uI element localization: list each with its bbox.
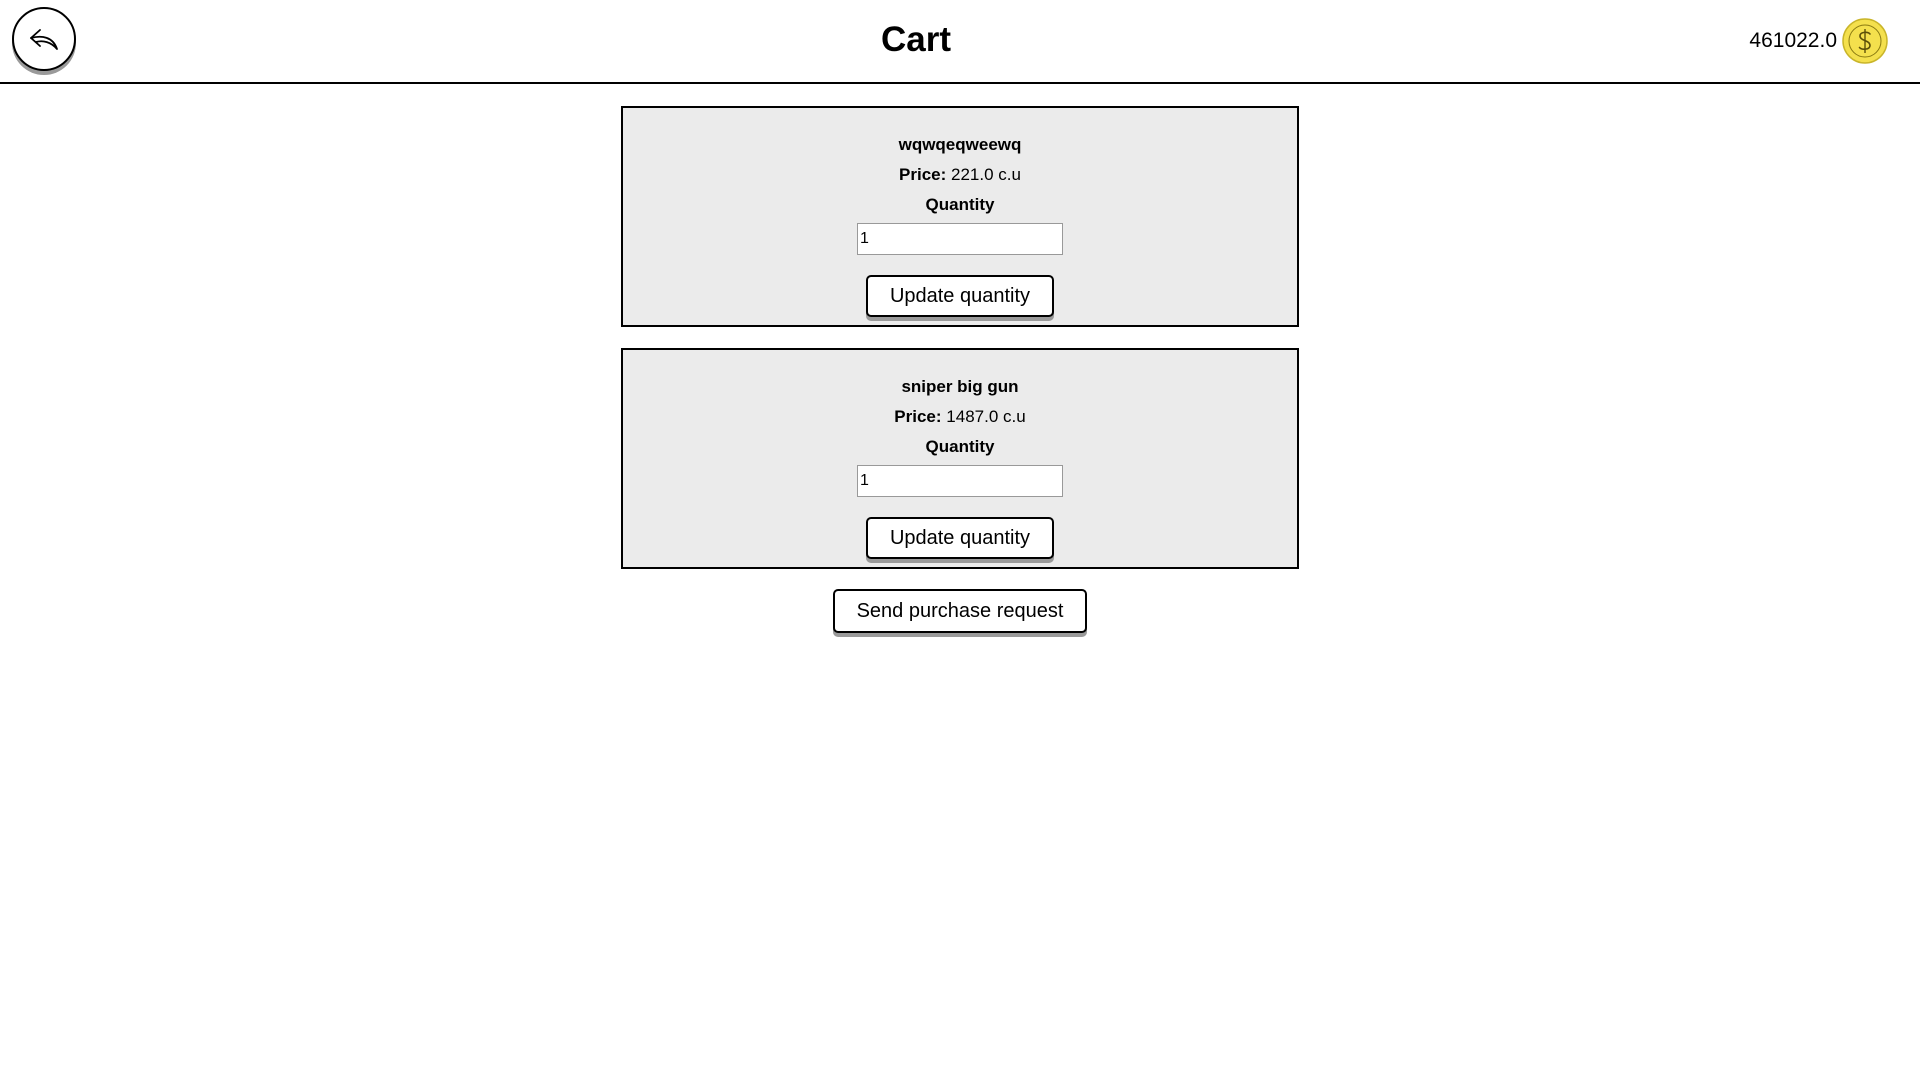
quantity-input[interactable] <box>857 223 1063 255</box>
price-label: Price: <box>894 407 942 426</box>
balance-display: 461022.0 <box>1749 18 1888 64</box>
item-name: sniper big gun <box>901 377 1019 396</box>
quantity-label: Quantity <box>925 195 995 214</box>
price-value: 221.0 c.u <box>951 165 1021 184</box>
balance-value: 461022.0 <box>1749 29 1837 52</box>
cart-item: sniper big gun Price: 1487.0 c.u Quantit… <box>621 348 1299 569</box>
item-price: Price: 1487.0 c.u <box>894 402 1025 432</box>
update-quantity-button[interactable]: Update quantity <box>866 517 1054 559</box>
cart-list: wqwqeqweewq Price: 221.0 c.u Quantity Up… <box>621 106 1299 569</box>
quantity-label: Quantity <box>925 437 995 456</box>
dollar-coin-icon <box>1842 18 1888 64</box>
header-bar: Cart 461022.0 <box>0 0 1920 84</box>
page-title: Cart <box>880 20 952 59</box>
item-price: Price: 221.0 c.u <box>899 160 1021 190</box>
price-label: Price: <box>899 165 947 184</box>
quantity-input[interactable] <box>857 465 1063 497</box>
main-content: wqwqeqweewq Price: 221.0 c.u Quantity Up… <box>0 84 1920 633</box>
update-quantity-button[interactable]: Update quantity <box>866 275 1054 317</box>
price-value: 1487.0 c.u <box>946 407 1026 426</box>
item-name: wqwqeqweewq <box>898 135 1022 154</box>
send-purchase-request-button[interactable]: Send purchase request <box>833 589 1087 633</box>
cart-item: wqwqeqweewq Price: 221.0 c.u Quantity Up… <box>621 106 1299 327</box>
